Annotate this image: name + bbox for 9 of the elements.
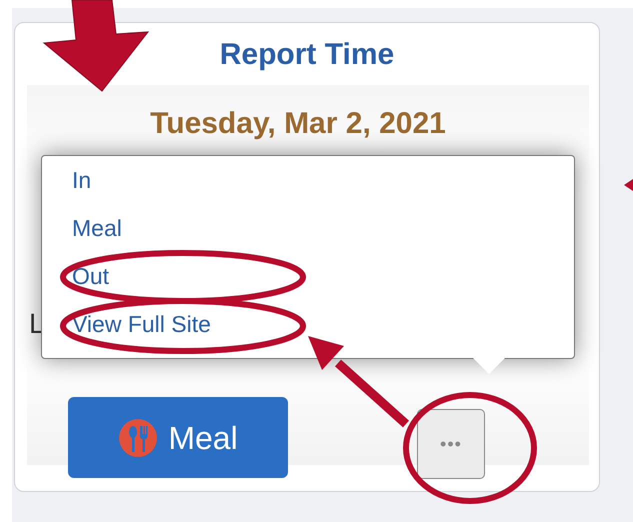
- annotation-arrow: [624, 179, 633, 191]
- meal-button[interactable]: Meal: [68, 397, 288, 478]
- card-title: Report Time: [218, 37, 396, 73]
- menu-item[interactable]: Meal: [42, 212, 574, 260]
- menu-item[interactable]: In: [42, 164, 574, 212]
- fork-spoon-icon: [118, 418, 158, 458]
- date-text: Tuesday, Mar 2, 2021: [149, 106, 447, 142]
- menu-item[interactable]: Out: [42, 260, 574, 308]
- menu-item[interactable]: View Full Site: [42, 308, 574, 356]
